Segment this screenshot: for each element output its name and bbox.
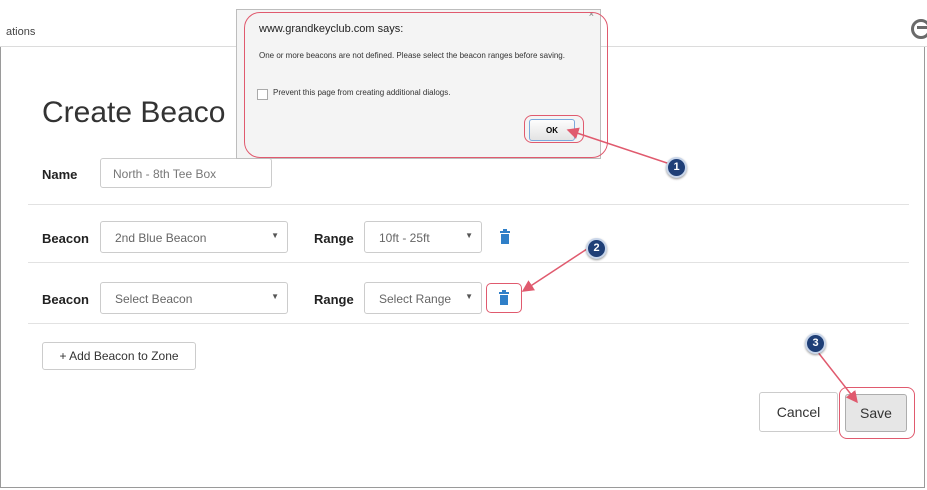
beacon-select[interactable]: 2nd Blue Beacon ▼	[100, 221, 288, 253]
chevron-down-icon: ▼	[465, 292, 473, 301]
beacon-label: Beacon	[42, 231, 89, 246]
dialog-title: www.grandkeyclub.com says:	[259, 23, 404, 35]
prevent-dialogs-checkbox[interactable]	[257, 89, 268, 100]
chevron-down-icon: ▼	[271, 231, 279, 240]
step-badge-3: 3	[805, 333, 826, 354]
range-label: Range	[314, 292, 354, 307]
range-select[interactable]: Select Range ▼	[364, 282, 482, 314]
page-title: Create Beaco	[42, 96, 226, 129]
dialog-message: One or more beacons are not defined. Ple…	[259, 51, 565, 60]
beacon-select[interactable]: Select Beacon ▼	[100, 282, 288, 314]
beacon-label: Beacon	[42, 292, 89, 307]
ok-button[interactable]: OK	[529, 119, 575, 141]
add-beacon-button[interactable]: + Add Beacon to Zone	[42, 342, 196, 370]
prevent-dialogs-label: Prevent this page from creating addition…	[273, 88, 451, 97]
range-label: Range	[314, 231, 354, 246]
range-select-value: Select Range	[379, 292, 452, 306]
beacon-select-value: 2nd Blue Beacon	[115, 231, 207, 245]
divider	[28, 204, 909, 205]
range-select[interactable]: 10ft - 25ft ▼	[364, 221, 482, 253]
divider	[28, 262, 909, 263]
close-icon[interactable]: ×	[589, 9, 594, 19]
name-label: Name	[42, 167, 78, 182]
step-badge-1: 1	[666, 157, 687, 178]
trash-icon[interactable]	[499, 290, 509, 305]
nav-partial-label[interactable]: ations	[6, 26, 35, 38]
save-button[interactable]: Save	[845, 394, 907, 432]
step-badge-2: 2	[586, 238, 607, 259]
divider	[28, 323, 909, 324]
trash-icon[interactable]	[500, 229, 510, 244]
beacon-select-value: Select Beacon	[115, 292, 193, 306]
chevron-down-icon: ▼	[465, 231, 473, 240]
range-select-value: 10ft - 25ft	[379, 231, 430, 245]
alert-dialog: × www.grandkeyclub.com says: One or more…	[236, 9, 601, 159]
chevron-down-icon: ▼	[271, 292, 279, 301]
user-circle-icon[interactable]	[911, 19, 927, 39]
name-input[interactable]: North - 8th Tee Box	[100, 158, 272, 188]
cancel-button[interactable]: Cancel	[759, 392, 838, 432]
